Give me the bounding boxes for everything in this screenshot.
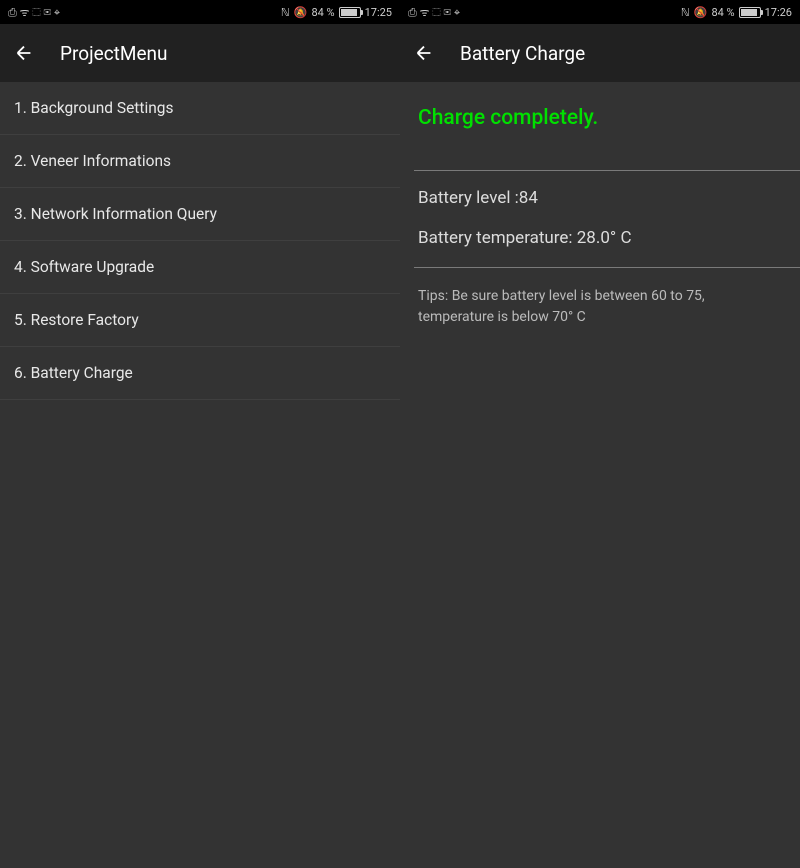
battery-icon xyxy=(739,7,761,18)
charge-status-text: Charge completely. xyxy=(418,106,782,130)
back-button[interactable] xyxy=(412,41,436,65)
battery-percent: 84 % xyxy=(711,6,734,19)
main-content: Charge completely. Battery level :84 Bat… xyxy=(400,82,800,868)
nfc-icon: ℕ xyxy=(681,6,690,19)
battery-temperature-label: Battery temperature: 28.0° C xyxy=(418,227,782,251)
status-left-icons: ⎙ ᯤ ⬚ ✉ ⌖ xyxy=(8,5,60,20)
menu-item-restore-factory[interactable]: 5. Restore Factory xyxy=(0,294,400,347)
nfc-icon: ℕ xyxy=(281,6,290,19)
tips-text: Tips: Be sure battery level is between 6… xyxy=(418,268,782,328)
status-right: ℕ 🔕 84 % 17:25 xyxy=(281,6,392,19)
menu-item-battery-charge[interactable]: 6. Battery Charge xyxy=(0,347,400,400)
left-screen: ⎙ ᯤ ⬚ ✉ ⌖ ℕ 🔕 84 % 17:25 ProjectMenu 1. … xyxy=(0,0,400,868)
app-bar: Battery Charge xyxy=(400,24,800,82)
page-title: Battery Charge xyxy=(460,42,585,65)
status-bar: ⎙ ᯤ ⬚ ✉ ⌖ ℕ 🔕 84 % 17:26 xyxy=(400,0,800,24)
menu-item-veneer-informations[interactable]: 2. Veneer Informations xyxy=(0,135,400,188)
battery-level-label: Battery level :84 xyxy=(418,187,782,211)
menu-list: 1. Background Settings 2. Veneer Informa… xyxy=(0,82,400,400)
status-indicators: ⎙ ᯤ ⬚ ✉ ⌖ xyxy=(8,5,60,20)
menu-item-background-settings[interactable]: 1. Background Settings xyxy=(0,82,400,135)
clock: 17:26 xyxy=(765,6,792,19)
back-button[interactable] xyxy=(12,41,36,65)
clock: 17:25 xyxy=(365,6,392,19)
main-content: 1. Background Settings 2. Veneer Informa… xyxy=(0,82,400,868)
right-screen: ⎙ ᯤ ⬚ ✉ ⌖ ℕ 🔕 84 % 17:26 Battery Charge … xyxy=(400,0,800,868)
battery-icon xyxy=(339,7,361,18)
mute-icon: 🔕 xyxy=(694,6,708,19)
status-left-icons: ⎙ ᯤ ⬚ ✉ ⌖ xyxy=(408,5,460,20)
status-indicators: ⎙ ᯤ ⬚ ✉ ⌖ xyxy=(408,5,460,20)
status-bar: ⎙ ᯤ ⬚ ✉ ⌖ ℕ 🔕 84 % 17:25 xyxy=(0,0,400,24)
battery-percent: 84 % xyxy=(311,6,334,19)
arrow-left-icon xyxy=(413,42,435,64)
app-bar: ProjectMenu xyxy=(0,24,400,82)
menu-item-software-upgrade[interactable]: 4. Software Upgrade xyxy=(0,241,400,294)
menu-item-network-information-query[interactable]: 3. Network Information Query xyxy=(0,188,400,241)
mute-icon: 🔕 xyxy=(294,6,308,19)
battery-info: Battery level :84 Battery temperature: 2… xyxy=(418,171,782,267)
status-right: ℕ 🔕 84 % 17:26 xyxy=(681,6,792,19)
arrow-left-icon xyxy=(13,42,35,64)
page-title: ProjectMenu xyxy=(60,42,168,65)
